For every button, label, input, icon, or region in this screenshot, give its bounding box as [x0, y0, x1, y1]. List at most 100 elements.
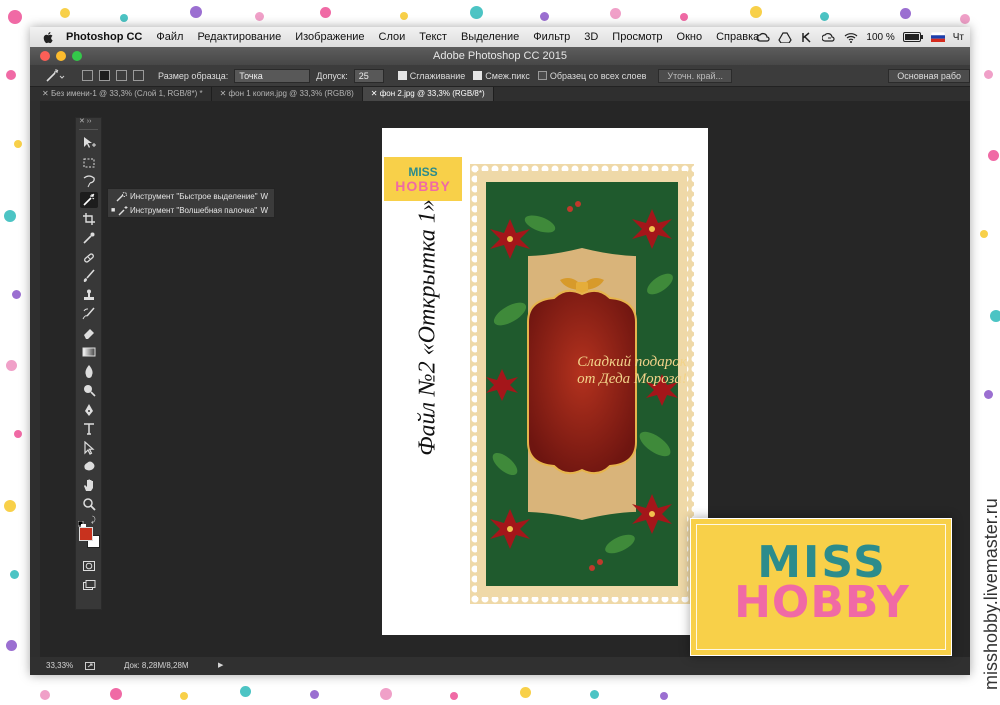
antialias-checkbox[interactable] [397, 71, 407, 80]
gradient-tool-icon[interactable] [80, 344, 98, 360]
confetti-dot [4, 210, 16, 222]
history-brush-tool-icon[interactable] [80, 306, 98, 322]
menu-type[interactable]: Текст [419, 31, 447, 43]
refine-edge-button[interactable]: Уточн. край... [658, 68, 733, 83]
confetti-dot [120, 14, 128, 22]
cloud-sync-icon[interactable] [822, 32, 836, 43]
tolerance-input[interactable]: 25 [353, 68, 384, 83]
healing-brush-tool-icon[interactable] [80, 250, 98, 266]
menu-help[interactable]: Справка [716, 31, 759, 43]
intersect-selection-icon[interactable] [133, 70, 144, 81]
confetti-dot [180, 692, 188, 700]
brand-logo-box: MISS HOBBY [690, 518, 952, 656]
type-tool-icon[interactable] [80, 421, 98, 437]
confetti-dot [984, 70, 993, 79]
custom-shape-tool-icon[interactable] [80, 458, 98, 474]
quick-mask-icon[interactable] [80, 558, 98, 574]
confetti-dot [240, 686, 251, 697]
menu-file[interactable]: Файл [156, 31, 183, 43]
subtract-from-selection-icon[interactable] [116, 70, 127, 81]
battery-icon[interactable] [902, 32, 923, 42]
confetti-dot [470, 6, 483, 19]
confetti-dot [540, 12, 549, 21]
document-canvas[interactable]: MISS HOBBY Файл №2 «Открытка 1» Сладкий … [382, 128, 708, 635]
vertical-title: Файл №2 «Открытка 1» [414, 199, 441, 456]
confetti-dot [400, 12, 408, 20]
magic-wand-icon [118, 206, 128, 216]
menu-filter[interactable]: Фильтр [533, 31, 570, 43]
tab-document-2[interactable]: ✕ фон 1 копия.jpg @ 33,3% (RGB/8) [212, 87, 363, 101]
panel-collapse-icon[interactable]: ✕ ›› [76, 118, 101, 126]
status-menu-arrow-icon[interactable]: ▶ [218, 657, 223, 675]
creative-cloud-icon[interactable] [756, 32, 771, 43]
menu-window[interactable]: Окно [677, 31, 703, 43]
confetti-dot [900, 8, 911, 19]
magic-wand-tool-icon[interactable] [80, 192, 98, 208]
confetti-dot [14, 430, 22, 438]
hand-tool-icon[interactable] [80, 477, 98, 493]
pen-tool-icon[interactable] [80, 402, 98, 418]
crop-tool-icon[interactable] [80, 211, 98, 227]
clone-stamp-tool-icon[interactable] [80, 287, 98, 303]
app-name[interactable]: Photoshop CC [66, 31, 142, 43]
default-colors-icon[interactable] [77, 516, 86, 529]
brush-tool-icon[interactable] [80, 268, 98, 284]
confetti-dot [750, 6, 762, 18]
tolerance-label: Допуск: [316, 70, 348, 81]
logo-hobby: HOBBY [734, 577, 910, 628]
foreground-color-swatch[interactable] [79, 527, 93, 541]
sample-all-layers-checkbox[interactable] [537, 71, 547, 80]
document-size: Док: 8,28M/8,28M [124, 661, 189, 670]
lasso-tool-icon[interactable] [80, 173, 98, 189]
eyedropper-tool-icon[interactable] [80, 230, 98, 246]
sample-size-select[interactable]: Точка [234, 68, 311, 83]
quick-selection-label: Инструмент "Быстрое выделение" [130, 192, 258, 201]
magic-wand-tool-preset-icon[interactable] [44, 68, 66, 84]
menu-edit[interactable]: Редактирование [197, 31, 281, 43]
move-tool-icon[interactable] [80, 135, 98, 151]
confetti-dot [680, 13, 688, 21]
quick-selection-tool-item[interactable]: Инструмент "Быстрое выделение" W [108, 190, 274, 204]
sample-all-layers-label: Образец со всех слоев [549, 70, 647, 81]
new-selection-icon[interactable] [82, 70, 93, 81]
menu-image[interactable]: Изображение [295, 31, 364, 43]
k-app-icon[interactable] [800, 31, 814, 43]
tab-document-3[interactable]: ✕ фон 2.jpg @ 33,3% (RGB/8*) [362, 87, 494, 101]
menu-select[interactable]: Выделение [461, 31, 519, 43]
marquee-tool-icon[interactable] [80, 155, 98, 171]
russian-flag-icon[interactable] [930, 32, 945, 42]
contiguous-label: Смеж.пикс [485, 70, 530, 81]
confetti-dot [990, 310, 1000, 322]
confetti-dot [40, 690, 50, 700]
wifi-icon[interactable] [844, 32, 858, 43]
zoom-level[interactable]: 33,33% [46, 657, 73, 675]
minimize-window-button[interactable] [56, 51, 66, 61]
site-watermark: misshobby.livemaster.ru [981, 498, 1000, 690]
screen-mode-icon[interactable] [80, 578, 98, 594]
zoom-window-button[interactable] [72, 51, 82, 61]
confetti-dot [255, 12, 264, 21]
menu-layers[interactable]: Слои [379, 31, 406, 43]
close-window-button[interactable] [40, 51, 50, 61]
tools-panel: ✕ ›› ⤸ [75, 117, 102, 610]
menu-3d[interactable]: 3D [584, 31, 598, 43]
share-icon[interactable] [85, 662, 95, 670]
menu-view[interactable]: Просмотр [612, 31, 662, 43]
path-selection-tool-icon[interactable] [80, 440, 98, 456]
workspace-switcher[interactable]: Основная рабо [888, 68, 970, 83]
add-to-selection-icon[interactable] [99, 70, 110, 81]
tab-document-1[interactable]: ✕ Без имени-1 @ 33,3% (Слой 1, RGB/8*) * [30, 87, 212, 101]
blur-tool-icon[interactable] [80, 363, 98, 379]
card-greeting-line2: от Деда Мороза! [577, 371, 687, 387]
magic-wand-tool-item[interactable]: ■ Инструмент "Волшебная палочка" W [108, 204, 274, 218]
zoom-tool-icon[interactable] [80, 496, 98, 512]
contiguous-checkbox[interactable] [473, 71, 483, 80]
tab-label: Без имени-1 @ 33,3% (Слой 1, RGB/8*) * [50, 89, 203, 98]
confetti-dot [12, 290, 21, 299]
swap-colors-icon[interactable]: ⤸ [91, 515, 100, 524]
google-drive-icon[interactable] [778, 31, 793, 43]
dodge-tool-icon[interactable] [80, 382, 98, 398]
eraser-tool-icon[interactable] [80, 325, 98, 341]
apple-icon[interactable] [42, 31, 54, 44]
menubar-day[interactable]: Чт [953, 32, 964, 43]
